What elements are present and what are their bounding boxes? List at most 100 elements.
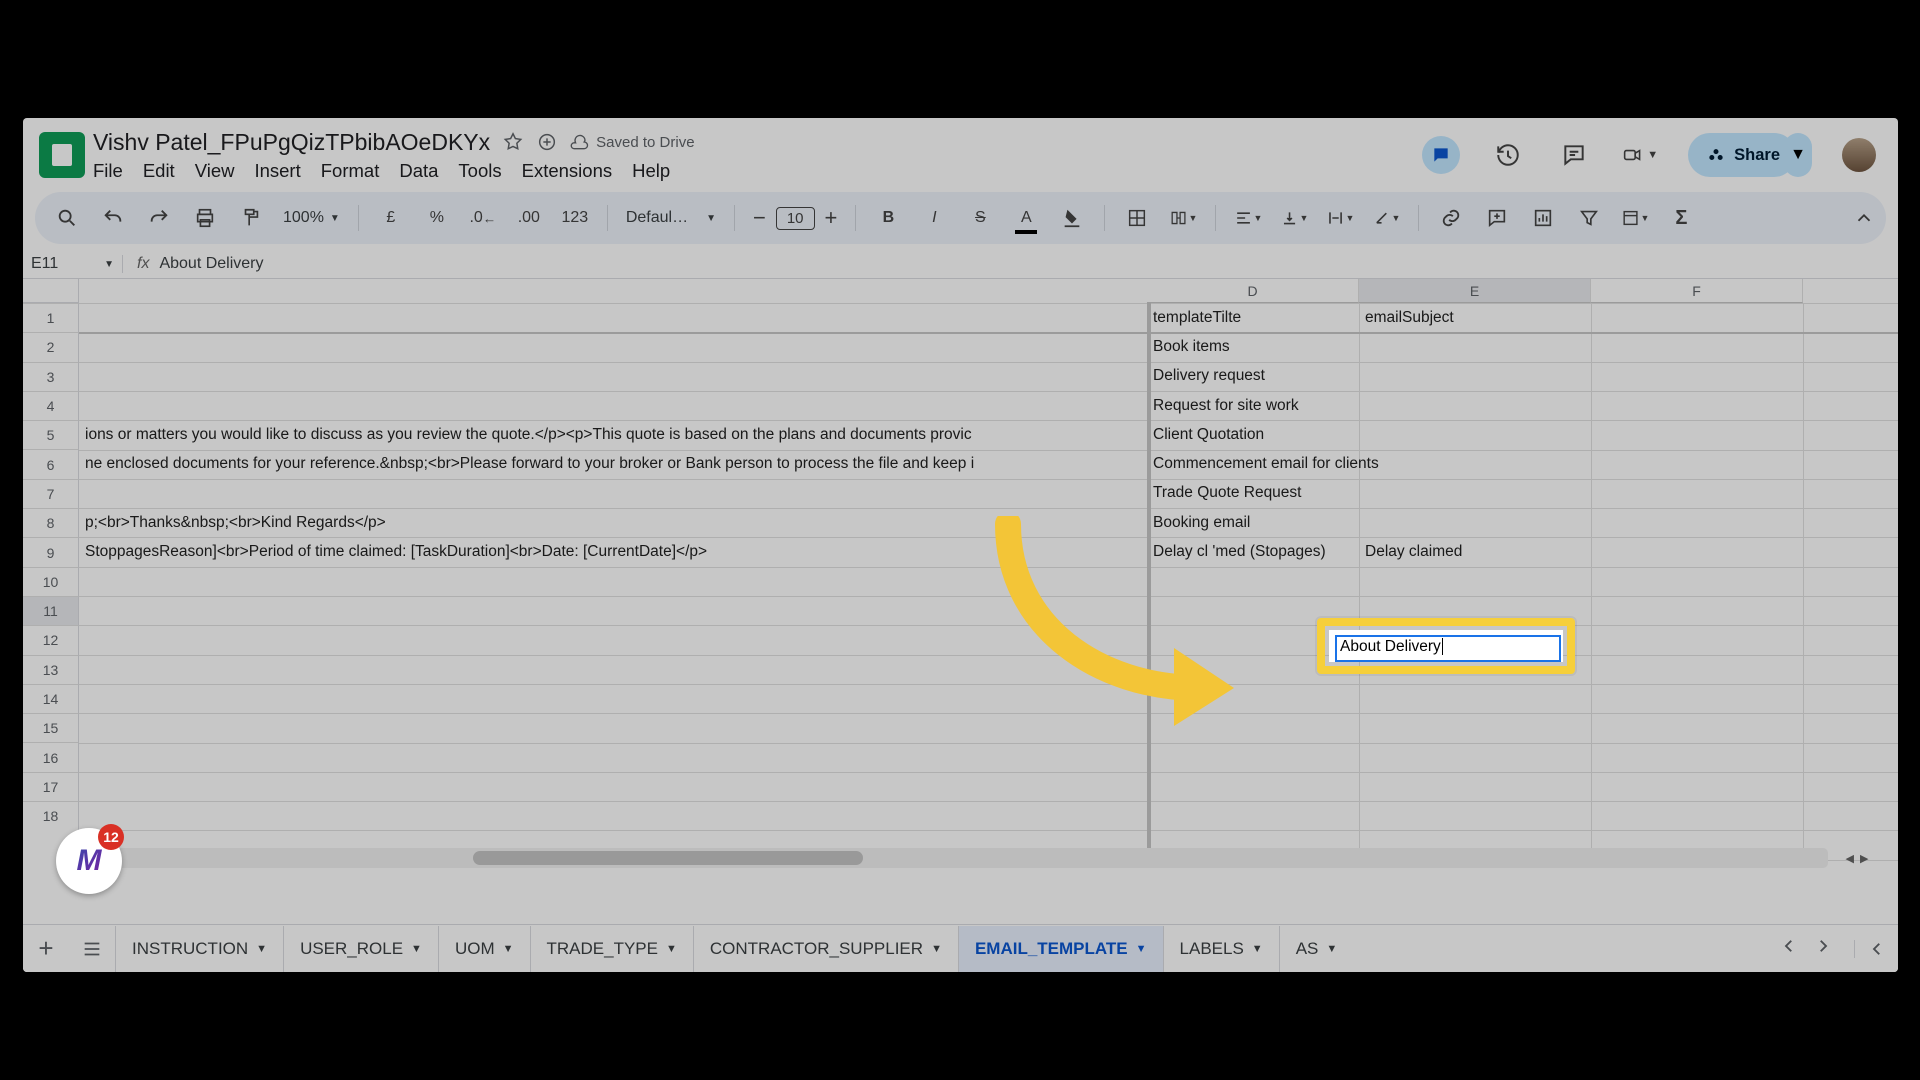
row-header-15[interactable]: 15	[23, 713, 79, 742]
menu-view[interactable]: View	[195, 160, 235, 182]
save-status[interactable]: Saved to Drive	[570, 132, 694, 152]
redo-icon[interactable]	[145, 204, 173, 232]
col-header-d[interactable]: D	[1147, 279, 1359, 303]
wrap-icon[interactable]: ▼	[1326, 204, 1354, 232]
rotate-icon[interactable]: ▼	[1372, 204, 1400, 232]
borders-icon[interactable]	[1123, 204, 1151, 232]
active-cell-editor[interactable]: About Delivery​	[1335, 635, 1561, 662]
share-dropdown-button[interactable]: ▼	[1784, 133, 1812, 177]
strikethrough-icon[interactable]: S	[966, 204, 994, 232]
formula-input[interactable]: About Delivery	[159, 255, 263, 273]
print-icon[interactable]	[191, 204, 219, 232]
link-icon[interactable]	[1437, 204, 1465, 232]
cell-e1[interactable]: emailSubject	[1359, 309, 1591, 327]
fx-icon[interactable]: fx	[123, 255, 159, 273]
decrease-font-icon[interactable]: −	[753, 205, 766, 231]
increase-font-icon[interactable]: +	[825, 205, 838, 231]
col-header-f[interactable]: F	[1591, 279, 1803, 303]
row-header-1[interactable]: 1	[23, 303, 79, 332]
insert-comment-icon[interactable]	[1483, 204, 1511, 232]
spreadsheet-grid[interactable]: D E F 123456789101112131415161718 templa…	[23, 278, 1898, 868]
v-align-icon[interactable]: ▼	[1280, 204, 1308, 232]
cell-c8[interactable]: p;<br>Thanks&nbsp;<br>Kind Regards</p>	[79, 514, 1147, 532]
increase-decimal-icon[interactable]: .00	[515, 204, 543, 232]
undo-icon[interactable]	[99, 204, 127, 232]
cell-d1[interactable]: templateTilte	[1147, 309, 1359, 327]
doc-title[interactable]: Vishv Patel_FPuPgQizTPbibAOeDKYx	[93, 129, 490, 156]
cell-e9[interactable]: Delay claimed	[1359, 543, 1591, 561]
meet-button[interactable]: ▼	[1622, 137, 1658, 173]
font-select[interactable]: Defaul…▼	[626, 209, 716, 227]
row-header-17[interactable]: 17	[23, 772, 79, 801]
functions-icon[interactable]: Σ	[1667, 204, 1695, 232]
menu-file[interactable]: File	[93, 160, 123, 182]
name-box[interactable]: E11▼	[31, 255, 123, 273]
cell-d4[interactable]: Request for site work	[1147, 397, 1359, 415]
decrease-decimal-icon[interactable]: .0←	[469, 204, 497, 232]
menu-edit[interactable]: Edit	[143, 160, 175, 182]
horizontal-scrollbar[interactable]	[79, 848, 1828, 868]
row-header-3[interactable]: 3	[23, 362, 79, 391]
row-header-9[interactable]: 9	[23, 537, 79, 566]
row-header-14[interactable]: 14	[23, 684, 79, 713]
menu-format[interactable]: Format	[321, 160, 380, 182]
cell-d5[interactable]: Client Quotation	[1147, 426, 1359, 444]
extension-badge[interactable]: M 12	[56, 828, 122, 894]
percent-icon[interactable]: %	[423, 204, 451, 232]
row-header-12[interactable]: 12	[23, 625, 79, 654]
row-header-16[interactable]: 16	[23, 742, 79, 771]
row-header-2[interactable]: 2	[23, 332, 79, 361]
tab-scroll-left-icon[interactable]	[1780, 937, 1798, 960]
sheet-tab-instruction[interactable]: INSTRUCTION▼	[115, 926, 283, 972]
side-panel-toggle-icon[interactable]	[1854, 940, 1898, 958]
italic-icon[interactable]: I	[920, 204, 948, 232]
tab-scroll-right-icon[interactable]	[1814, 937, 1832, 960]
sheet-tab-trade_type[interactable]: TRADE_TYPE▼	[530, 926, 693, 972]
cell-c9[interactable]: StoppagesReason]<br>Period of time claim…	[79, 543, 1147, 561]
history-icon[interactable]	[1490, 137, 1526, 173]
row-header-10[interactable]: 10	[23, 567, 79, 596]
scroll-left-icon[interactable]: ◀	[1846, 852, 1854, 865]
row-header-7[interactable]: 7	[23, 479, 79, 508]
scroll-right-icon[interactable]: ▶	[1860, 852, 1868, 865]
sheets-logo-icon[interactable]	[39, 132, 85, 178]
comments-icon[interactable]	[1556, 137, 1592, 173]
merge-cells-icon[interactable]: ▼	[1169, 204, 1197, 232]
filter-views-icon[interactable]: ▼	[1621, 204, 1649, 232]
filter-icon[interactable]	[1575, 204, 1603, 232]
share-button[interactable]: Share	[1688, 133, 1796, 177]
move-icon[interactable]	[536, 131, 558, 153]
row-header-13[interactable]: 13	[23, 655, 79, 684]
sheet-tab-labels[interactable]: LABELS▼	[1163, 926, 1279, 972]
sheet-tab-email_template[interactable]: EMAIL_TEMPLATE▼	[958, 926, 1163, 972]
account-avatar[interactable]	[1842, 138, 1876, 172]
search-menu-icon[interactable]	[53, 204, 81, 232]
cell-d7[interactable]: Trade Quote Request	[1147, 484, 1359, 502]
paint-format-icon[interactable]	[237, 204, 265, 232]
bold-icon[interactable]: B	[874, 204, 902, 232]
row-header-11[interactable]: 11	[23, 596, 79, 625]
sheet-tab-contractor_supplier[interactable]: CONTRACTOR_SUPPLIER▼	[693, 926, 958, 972]
cell-d9[interactable]: Delay cl 'med (Stopages)	[1147, 543, 1359, 561]
col-header-e[interactable]: E	[1359, 279, 1591, 303]
currency-icon[interactable]: £	[377, 204, 405, 232]
cell-c6[interactable]: ne enclosed documents for your reference…	[79, 455, 1147, 473]
row-header-8[interactable]: 8	[23, 508, 79, 537]
star-icon[interactable]	[502, 131, 524, 153]
more-formats-icon[interactable]: 123	[561, 204, 589, 232]
menu-help[interactable]: Help	[632, 160, 670, 182]
insert-chart-icon[interactable]	[1529, 204, 1557, 232]
zoom-select[interactable]: 100% ▼	[283, 209, 340, 227]
cell-d8[interactable]: Booking email	[1147, 514, 1359, 532]
cell-d2[interactable]: Book items	[1147, 338, 1359, 356]
sheet-tab-uom[interactable]: UOM▼	[438, 926, 530, 972]
row-header-6[interactable]: 6	[23, 449, 79, 478]
all-sheets-button[interactable]	[69, 926, 115, 972]
select-all-corner[interactable]	[23, 279, 79, 303]
chat-icon[interactable]	[1422, 136, 1460, 174]
sheet-tab-user_role[interactable]: USER_ROLE▼	[283, 926, 438, 972]
h-align-icon[interactable]: ▼	[1234, 204, 1262, 232]
sheet-tab-as[interactable]: AS▼	[1279, 926, 1354, 972]
cell-d6[interactable]: Commencement email for clients	[1147, 455, 1587, 473]
add-sheet-button[interactable]: +	[23, 926, 69, 972]
